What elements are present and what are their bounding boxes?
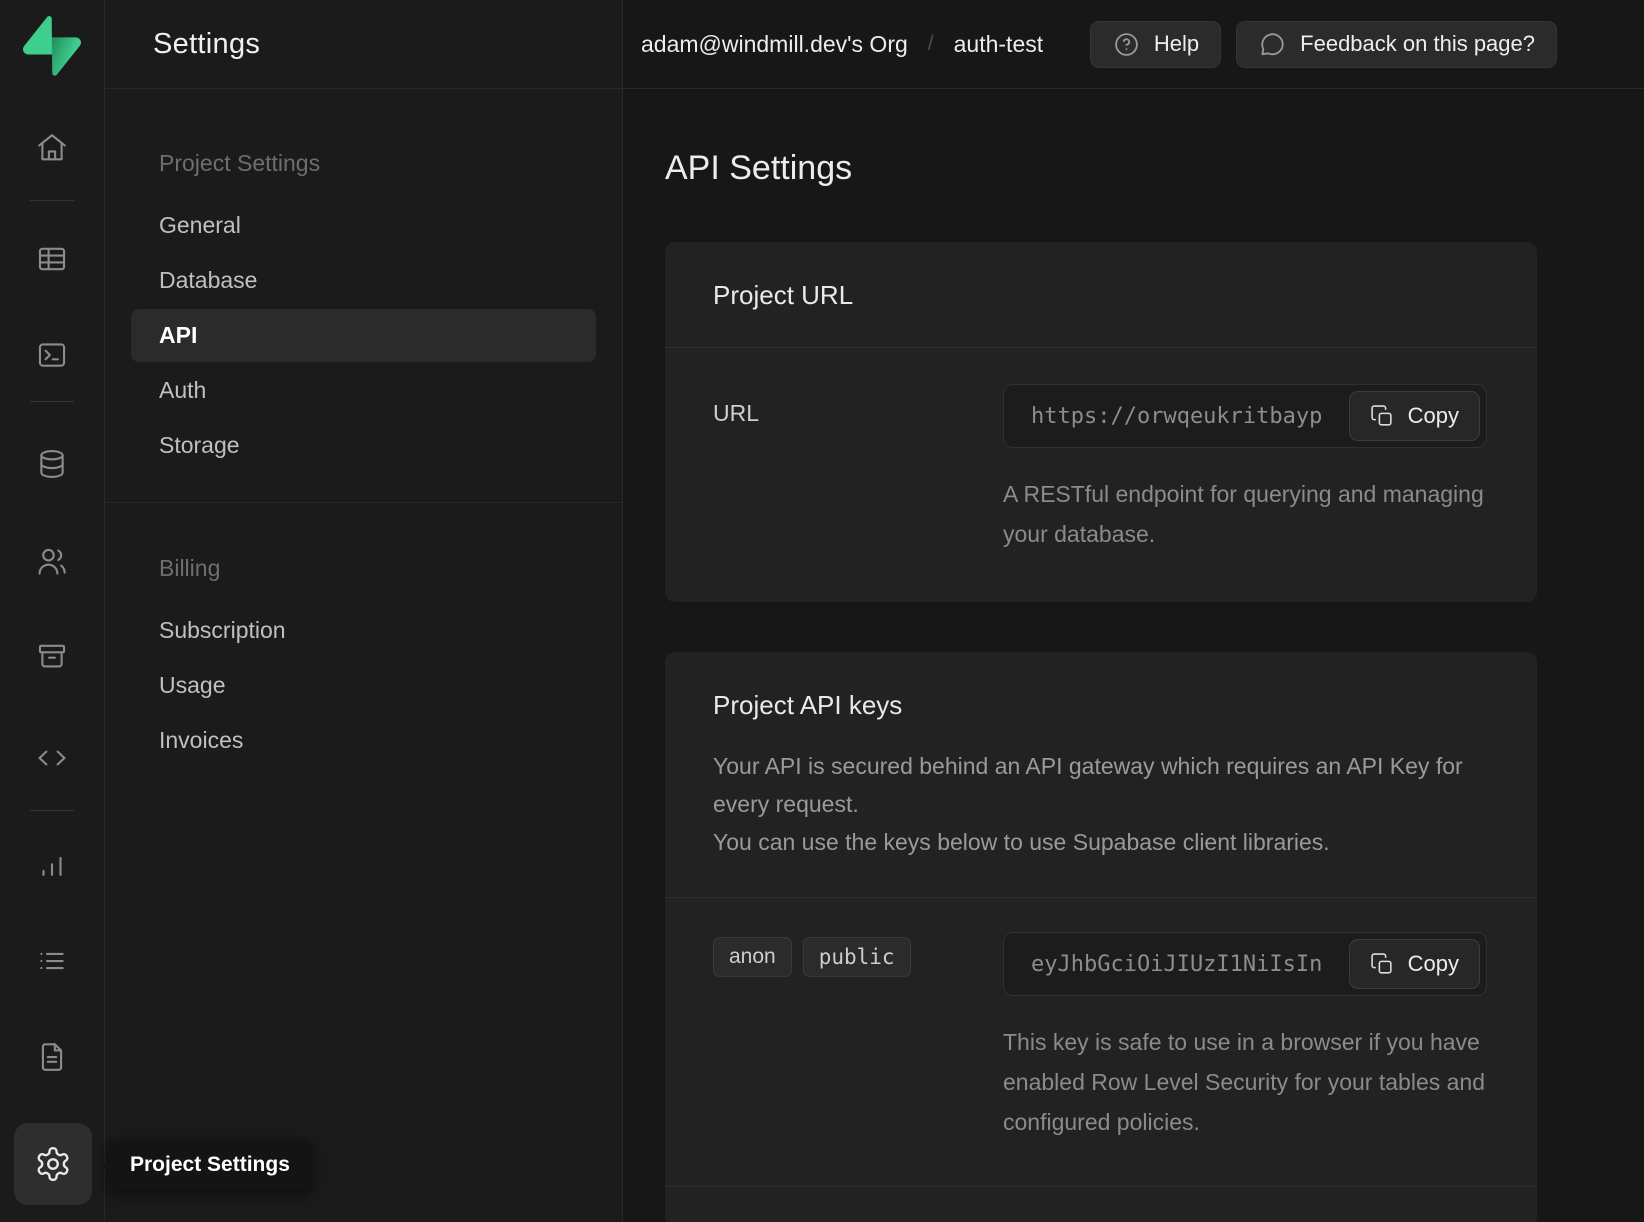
help-circle-icon (1112, 30, 1141, 59)
url-row-content: https://orwqeukritbayp Copy A RESTful en… (1003, 384, 1487, 554)
anon-key-input-group: eyJhbGciOiJIUzI1NiIsIn Copy (1003, 932, 1487, 996)
api-keys-description-1: Your API is secured behind an API gatewa… (713, 747, 1489, 823)
anon-key-content: eyJhbGciOiJIUzI1NiIsIn Copy This key is … (1003, 932, 1487, 1142)
table-editor-icon (35, 242, 69, 276)
settings-sidebar-body: Project Settings General Database API Au… (105, 89, 622, 767)
sidebar-item-subscription[interactable]: Subscription (131, 604, 596, 657)
help-button[interactable]: Help (1090, 21, 1221, 68)
breadcrumb-separator: / (928, 32, 934, 56)
anon-key-badges: anon public (713, 932, 1003, 1142)
copy-anon-key-button[interactable]: Copy (1349, 939, 1480, 989)
sidebar-item-general[interactable]: General (131, 199, 596, 252)
reports-icon (35, 848, 69, 882)
rail-item-logs[interactable] (30, 939, 74, 983)
sidebar-title: Settings (153, 28, 260, 61)
url-input-group: https://orwqeukritbayp Copy (1003, 384, 1487, 448)
app-window: Project Settings Settings Project Settin… (0, 0, 1644, 1222)
breadcrumb-org[interactable]: adam@windmill.dev's Org (641, 31, 908, 58)
url-description: A RESTful endpoint for querying and mana… (1003, 474, 1487, 554)
rail-divider (30, 810, 74, 811)
api-docs-icon (35, 1040, 69, 1074)
rail-item-sql-editor[interactable] (30, 333, 74, 377)
logs-icon (35, 944, 69, 978)
sidebar-item-api[interactable]: API (131, 309, 596, 362)
rail-item-reports[interactable] (30, 843, 74, 887)
rail-divider (30, 200, 74, 201)
auth-users-icon (35, 545, 69, 579)
section-label-project-settings: Project Settings (131, 150, 596, 177)
supabase-logo[interactable] (23, 16, 81, 74)
settings-sidebar-header: Settings (105, 0, 622, 89)
sql-editor-icon (35, 338, 69, 372)
home-icon (35, 131, 69, 165)
url-label: URL (713, 384, 1003, 554)
copy-anon-key-label: Copy (1408, 951, 1459, 977)
database-icon (35, 447, 69, 481)
project-settings-tooltip: Project Settings (108, 1140, 312, 1190)
sidebar-item-invoices[interactable]: Invoices (131, 714, 596, 767)
api-keys-card: Project API keys Your API is secured beh… (665, 652, 1537, 1222)
storage-icon (35, 639, 69, 673)
tooltip-label: Project Settings (130, 1153, 290, 1177)
rail-item-database[interactable] (30, 442, 74, 486)
feedback-button-label: Feedback on this page? (1300, 31, 1535, 57)
supabase-logo-icon (23, 16, 81, 76)
copy-url-button[interactable]: Copy (1349, 391, 1480, 441)
rail-item-home[interactable] (30, 126, 74, 170)
sidebar-item-storage[interactable]: Storage (131, 419, 596, 472)
api-keys-description-2: You can use the keys below to use Supaba… (713, 823, 1489, 861)
settings-sidebar: Settings Project Settings General Databa… (105, 0, 623, 1222)
rail-item-project-settings[interactable] (14, 1123, 92, 1205)
breadcrumb: adam@windmill.dev's Org / auth-test (641, 31, 1043, 58)
top-bar: adam@windmill.dev's Org / auth-test Help… (623, 0, 1644, 89)
project-url-card: Project URL URL https://orwqeukritbayp (665, 242, 1537, 602)
anon-key-value: eyJhbGciOiJIUzI1NiIsIn (1031, 952, 1322, 977)
api-keys-card-title: Project API keys (713, 690, 1489, 721)
sidebar-item-database[interactable]: Database (131, 254, 596, 307)
api-keys-card-header: Project API keys Your API is secured beh… (665, 652, 1537, 897)
url-row: URL https://orwqeukritbayp Copy (665, 348, 1537, 602)
copy-url-label: Copy (1408, 403, 1459, 429)
rail-item-table-editor[interactable] (30, 237, 74, 281)
gear-icon (34, 1145, 72, 1183)
breadcrumb-project[interactable]: auth-test (954, 31, 1044, 58)
rail-divider (30, 401, 74, 402)
page-title: API Settings (665, 149, 1537, 188)
edge-functions-icon (35, 741, 69, 775)
feedback-button[interactable]: Feedback on this page? (1236, 21, 1557, 68)
next-key-row-cutoff (665, 1187, 1537, 1222)
section-label-billing: Billing (131, 555, 596, 582)
nav-rail (0, 0, 105, 1222)
public-badge: public (803, 937, 911, 977)
main-area: adam@windmill.dev's Org / auth-test Help… (623, 0, 1644, 1222)
rail-item-auth[interactable] (30, 540, 74, 584)
rail-item-storage[interactable] (30, 634, 74, 678)
chat-bubble-icon (1258, 30, 1287, 59)
copy-icon (1370, 404, 1395, 429)
copy-icon (1370, 952, 1395, 977)
anon-key-row: anon public eyJhbGciOiJIUzI1NiIsIn (665, 897, 1537, 1186)
rail-item-edge-functions[interactable] (30, 736, 74, 780)
anon-key-description: This key is safe to use in a browser if … (1003, 1022, 1487, 1142)
page-content: API Settings Project URL URL https://orw… (623, 89, 1644, 1222)
project-url-value: https://orwqeukritbayp (1031, 404, 1322, 429)
project-url-card-header: Project URL (665, 242, 1537, 348)
sidebar-item-auth[interactable]: Auth (131, 364, 596, 417)
rail-item-api-docs[interactable] (30, 1035, 74, 1079)
sidebar-item-usage[interactable]: Usage (131, 659, 596, 712)
project-url-card-title: Project URL (713, 280, 1489, 311)
sidebar-divider (105, 502, 622, 503)
help-button-label: Help (1154, 31, 1199, 57)
anon-badge: anon (713, 937, 792, 977)
